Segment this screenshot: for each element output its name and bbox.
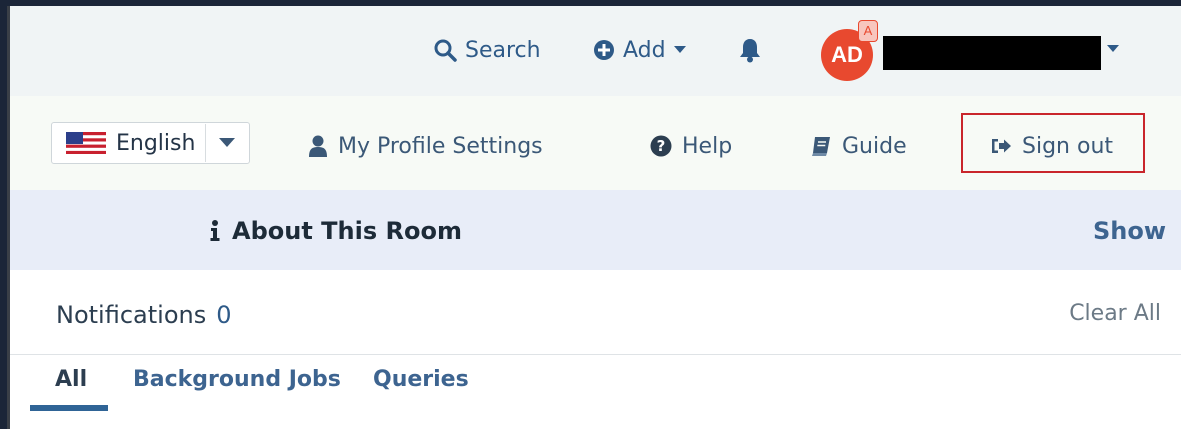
about-room-title: About This Room (232, 217, 462, 245)
search-label: Search (465, 37, 541, 63)
guide-label: Guide (842, 133, 907, 159)
signout-link[interactable]: Sign out (990, 133, 1113, 159)
notifications-bell-button[interactable] (738, 36, 762, 64)
avatar-initials: AD (831, 42, 863, 67)
search-button[interactable]: Search (433, 36, 541, 64)
language-select[interactable]: English (51, 122, 250, 164)
notifications-title: Notifications 0 (56, 301, 232, 329)
notifications-tabs: All Background Jobs Queries (10, 355, 1181, 429)
caret-down-icon (219, 138, 236, 148)
bell-icon (738, 37, 762, 63)
top-bar: Search Add AD A (10, 6, 1181, 96)
help-link[interactable]: ? Help (650, 133, 732, 159)
tab-all[interactable]: All (55, 367, 87, 410)
user-menu-caret-icon[interactable] (1107, 45, 1119, 53)
about-room-panel: About This Room Show (10, 190, 1181, 270)
plus-circle-icon (593, 39, 615, 61)
question-circle-icon: ? (650, 135, 672, 157)
svg-text:?: ? (657, 137, 666, 155)
info-icon (210, 220, 220, 242)
add-label: Add (623, 37, 666, 63)
show-about-button[interactable]: Show (1093, 217, 1166, 245)
app-frame: Search Add AD A English My Profile Setti… (7, 6, 1181, 429)
sign-out-icon (990, 137, 1012, 155)
clear-all-button[interactable]: Clear All (1069, 301, 1161, 326)
help-label: Help (682, 133, 733, 159)
active-tab-indicator (30, 405, 108, 411)
us-flag-icon (66, 132, 106, 154)
profile-settings-link[interactable]: My Profile Settings (308, 133, 543, 159)
notifications-count: 0 (216, 301, 232, 329)
search-icon (433, 38, 457, 62)
notifications-header: Notifications 0 Clear All (10, 270, 1181, 355)
language-divider (205, 124, 207, 162)
notifications-label: Notifications (56, 301, 207, 329)
language-label: English (116, 130, 196, 156)
tab-background-jobs[interactable]: Background Jobs (133, 367, 341, 410)
user-name-redacted[interactable] (883, 36, 1101, 70)
guide-link[interactable]: Guide (810, 133, 907, 159)
add-menu-button[interactable]: Add (593, 36, 686, 64)
user-icon (308, 135, 328, 157)
about-room-header[interactable]: About This Room (210, 217, 462, 245)
book-icon (810, 135, 832, 157)
tab-queries[interactable]: Queries (373, 367, 469, 410)
profile-settings-label: My Profile Settings (338, 133, 543, 159)
user-menu-bar: English My Profile Settings ? Help Guide (10, 96, 1181, 190)
caret-down-icon (673, 46, 686, 54)
avatar-badge: A (858, 20, 878, 42)
signout-label: Sign out (1022, 133, 1114, 159)
